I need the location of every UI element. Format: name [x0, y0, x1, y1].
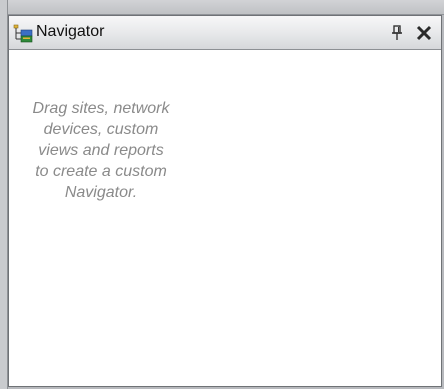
- close-icon[interactable]: [413, 22, 435, 44]
- navigator-panel: Navigator Drag sites, network devices, c…: [8, 15, 442, 387]
- top-toolbar-strip: [0, 0, 444, 15]
- pin-icon[interactable]: [387, 23, 407, 43]
- empty-navigator-hint: Drag sites, network devices, custom view…: [32, 100, 170, 201]
- window-frame: Navigator Drag sites, network devices, c…: [0, 0, 444, 389]
- panel-title-bar[interactable]: Navigator: [9, 16, 441, 50]
- panel-title: Navigator: [36, 23, 105, 40]
- left-splitter[interactable]: [0, 0, 8, 389]
- navigator-content-area[interactable]: Drag sites, network devices, custom view…: [9, 50, 441, 386]
- navigator-tree-icon: [13, 23, 33, 43]
